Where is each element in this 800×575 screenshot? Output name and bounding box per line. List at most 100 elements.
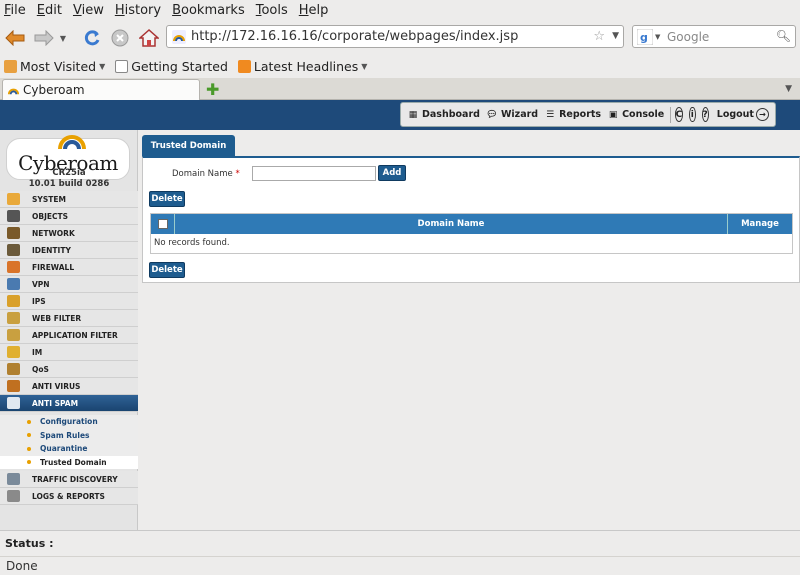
sidebar-item-qos[interactable]: QoS: [0, 361, 138, 378]
tab-list-icon[interactable]: ▼: [785, 84, 792, 94]
sidebar-item-label: NETWORK: [32, 228, 75, 238]
qos-icon: [7, 363, 20, 375]
url-dropdown-icon[interactable]: ▼: [612, 31, 619, 41]
new-tab-icon[interactable]: ✚: [206, 80, 219, 99]
sidebar-item-label: ANTI VIRUS: [32, 381, 81, 391]
search-bar[interactable]: g ▼ Google 🔍︎: [632, 25, 796, 48]
sidebar-item-ips[interactable]: IPS: [0, 293, 138, 310]
logout-link[interactable]: Logout →: [717, 108, 769, 121]
reload-button[interactable]: [80, 26, 104, 50]
tab-favicon-icon: [7, 88, 20, 95]
menu-bookmarks[interactable]: Bookmarks: [172, 3, 245, 18]
delete-button-top[interactable]: Delete: [149, 191, 185, 207]
wizard-link[interactable]: 💬︎ Wizard: [486, 109, 538, 121]
sidebar-subitem-label: Quarantine: [40, 444, 88, 454]
menu-file[interactable]: File: [4, 3, 26, 18]
search-icon[interactable]: 🔍︎: [776, 29, 791, 43]
logo-sunburst-icon: [58, 135, 86, 149]
reports-link[interactable]: ☰ Reports: [544, 109, 601, 121]
bookmark-latest-headlines[interactable]: Latest Headlines ▼: [237, 59, 367, 74]
required-mark: *: [235, 169, 240, 179]
menu-view[interactable]: View: [73, 3, 104, 18]
sidebar-item-logs-reports[interactable]: LOGS & REPORTS: [0, 488, 138, 505]
menu-file-rest: ile: [10, 3, 26, 18]
history-dropdown[interactable]: ▼: [56, 26, 70, 50]
dashboard-label: Dashboard: [422, 109, 480, 120]
sidebar-item-label: SYSTEM: [32, 194, 66, 204]
application-filter-icon: [7, 329, 20, 341]
wizard-label: Wizard: [500, 109, 539, 120]
google-engine-icon[interactable]: g: [637, 29, 653, 45]
sidebar-item-anti-spam[interactable]: ANTI SPAM: [0, 395, 138, 412]
sidebar-subitem-configuration[interactable]: Configuration: [0, 415, 138, 429]
menu-bookmarks-rest: ookmarks: [181, 3, 245, 18]
domain-name-input[interactable]: [252, 166, 376, 181]
sidebar-menu: SYSTEM OBJECTS NETWORK IDENTITY FIREWALL…: [0, 191, 138, 505]
sidebar-subitem-label: Spam Rules: [40, 430, 90, 440]
status-label: Status :: [5, 537, 54, 550]
sidebar-item-web-filter[interactable]: WEB FILTER: [0, 310, 138, 327]
forward-arrow-icon: [34, 30, 54, 46]
refresh-icon[interactable]: C: [674, 107, 684, 122]
tab-bar: Cyberoam ✚ ▼: [0, 78, 800, 100]
browser-tab[interactable]: Cyberoam: [2, 79, 200, 100]
menu-help[interactable]: Help: [299, 3, 329, 18]
sidebar-item-traffic-discovery[interactable]: TRAFFIC DISCOVERY: [0, 471, 138, 488]
browser-status-text: Done: [6, 559, 38, 573]
bookmark-star-icon[interactable]: ☆: [593, 29, 605, 44]
page-icon: [115, 59, 129, 73]
url-bar[interactable]: http://172.16.16.16/corporate/webpages/i…: [166, 25, 624, 48]
url-text: http://172.16.16.16/corporate/webpages/i…: [191, 29, 519, 44]
help-icon[interactable]: ?: [701, 107, 709, 122]
menu-tools[interactable]: Tools: [256, 3, 288, 18]
forward-button[interactable]: [32, 26, 56, 50]
bookmark-most-visited[interactable]: Most Visited ▼: [4, 59, 105, 74]
network-icon: [7, 227, 20, 239]
column-header-manage: Manage: [741, 219, 779, 229]
search-placeholder: Google: [667, 30, 710, 44]
menu-tools-rest: ools: [261, 3, 288, 18]
device-model: CR25ia: [52, 168, 86, 178]
home-button[interactable]: [137, 26, 161, 50]
delete-button-bottom[interactable]: Delete: [149, 262, 185, 278]
console-icon: ▣: [608, 109, 618, 120]
bookmark-getting-started[interactable]: Getting Started: [115, 59, 228, 74]
stop-button[interactable]: [108, 26, 132, 50]
sidebar-item-network[interactable]: NETWORK: [0, 225, 138, 242]
sidebar-subitem-trusted-domain[interactable]: Trusted Domain: [0, 455, 138, 469]
bullet-icon: [27, 446, 31, 451]
menu-bar: File Edit View History Bookmarks Tools H…: [0, 0, 800, 21]
menu-help-mnemonic: H: [298, 3, 309, 18]
sidebar-item-firewall[interactable]: FIREWALL: [0, 259, 138, 276]
tab-trusted-domain[interactable]: Trusted Domain: [142, 135, 235, 156]
console-link[interactable]: ▣ Console: [607, 109, 664, 121]
sidebar-item-application-filter[interactable]: APPLICATION FILTER: [0, 327, 138, 344]
sidebar-item-system[interactable]: SYSTEM: [0, 191, 138, 208]
engine-dropdown-icon[interactable]: ▼: [655, 33, 660, 41]
menu-history[interactable]: History: [115, 3, 161, 18]
back-button[interactable]: [3, 26, 27, 50]
sidebar-item-label: IDENTITY: [32, 245, 71, 255]
sidebar-item-identity[interactable]: IDENTITY: [0, 242, 138, 259]
content-panel: Domain Name * Add Delete Domain Name Man…: [142, 156, 800, 283]
sidebar-item-anti-virus[interactable]: ANTI VIRUS: [0, 378, 138, 395]
info-icon[interactable]: i: [689, 107, 696, 122]
menu-edit-rest: dit: [45, 3, 62, 18]
add-button[interactable]: Add: [378, 165, 406, 181]
sidebar-subitem-spam-rules[interactable]: Spam Rules: [0, 428, 138, 442]
site-favicon-icon: [172, 30, 186, 44]
menu-help-rest: elp: [308, 3, 329, 18]
rss-feed-icon: [237, 59, 251, 73]
objects-icon: [7, 210, 20, 222]
sidebar-item-objects[interactable]: OBJECTS: [0, 208, 138, 225]
sidebar-subitem-quarantine[interactable]: Quarantine: [0, 442, 138, 456]
select-all-checkbox[interactable]: [151, 214, 175, 234]
sidebar-item-vpn[interactable]: VPN: [0, 276, 138, 293]
menu-edit[interactable]: Edit: [37, 3, 62, 18]
column-header-domain-name[interactable]: Domain Name: [175, 214, 728, 234]
reports-label: Reports: [559, 109, 602, 120]
dashboard-link[interactable]: ▦ Dashboard: [407, 109, 480, 121]
sidebar-item-im[interactable]: IM: [0, 344, 138, 361]
menu-history-mnemonic: H: [114, 3, 125, 18]
sidebar-item-label: OBJECTS: [32, 211, 69, 221]
